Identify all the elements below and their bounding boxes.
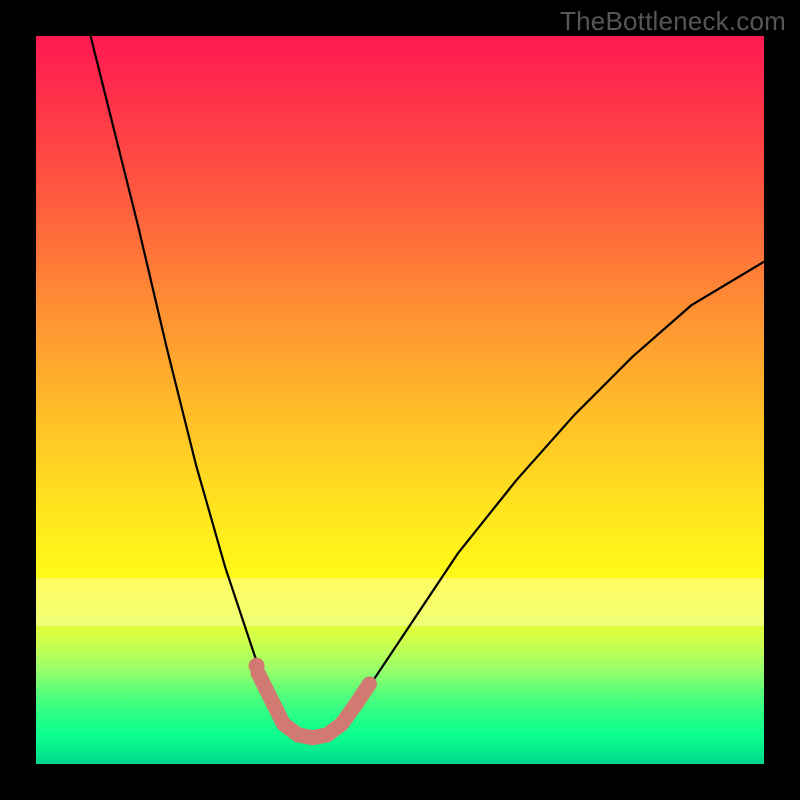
- curve-svg: [36, 36, 764, 764]
- v-curve: [91, 36, 764, 738]
- plot-area: [36, 36, 764, 764]
- watermark-text: TheBottleneck.com: [560, 6, 786, 37]
- highlight-dot: [249, 658, 265, 674]
- stage: TheBottleneck.com: [0, 0, 800, 800]
- highlight-curve: [258, 673, 369, 738]
